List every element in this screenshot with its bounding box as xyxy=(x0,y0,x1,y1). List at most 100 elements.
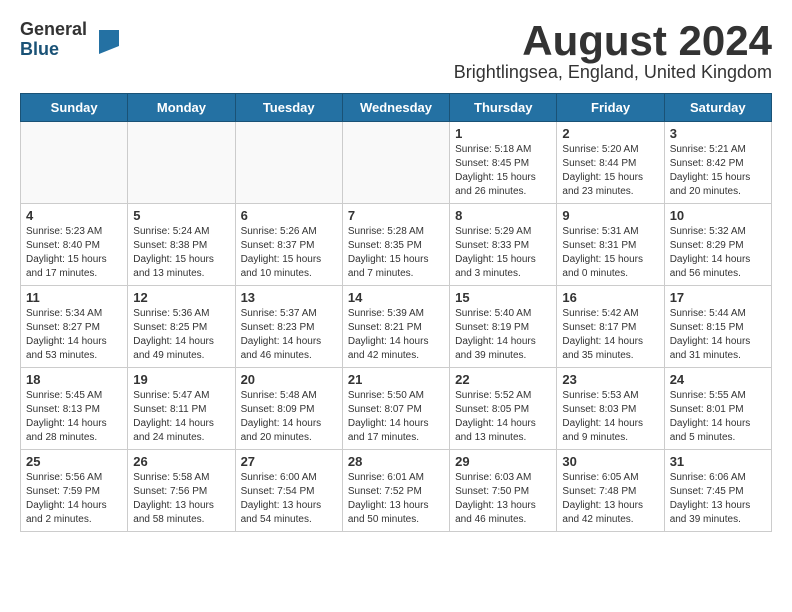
calendar-cell xyxy=(342,122,449,204)
day-number: 15 xyxy=(455,290,551,305)
header-tuesday: Tuesday xyxy=(235,94,342,122)
calendar-cell: 9Sunrise: 5:31 AMSunset: 8:31 PMDaylight… xyxy=(557,204,664,286)
header-friday: Friday xyxy=(557,94,664,122)
calendar-cell xyxy=(21,122,128,204)
calendar-cell: 22 Sunrise: 5:52 AMSunset: 8:05 PMDayligh… xyxy=(450,368,557,450)
calendar-cell: 19Sunrise: 5:47 AMSunset: 8:11 PMDayligh… xyxy=(128,368,235,450)
day-number: 17 xyxy=(670,290,766,305)
day-number: 22 xyxy=(455,372,551,387)
header-thursday: Thursday xyxy=(450,94,557,122)
calendar-cell: 13Sunrise: 5:37 AMSunset: 8:23 PMDayligh… xyxy=(235,286,342,368)
calendar-cell: 25 Sunrise: 5:56 AMSunset: 7:59 PMDayligh… xyxy=(21,450,128,532)
calendar-cell: 2Sunrise: 5:20 AMSunset: 8:44 PMDaylight… xyxy=(557,122,664,204)
calendar-cell xyxy=(235,122,342,204)
day-number: 3 xyxy=(670,126,766,141)
day-info: Sunrise: 5:32 AMSunset: 8:29 PMDaylight:… xyxy=(670,225,766,281)
calendar-cell: 4Sunrise: 5:23 AMSunset: 8:40 PMDaylight… xyxy=(21,204,128,286)
day-number: 21 xyxy=(348,372,444,387)
calendar-cell: 20 Sunrise: 5:48 AMSunset: 8:09 PMDayligh… xyxy=(235,368,342,450)
day-info: Sunrise: 5:42 AMSunset: 8:17 PMDaylight:… xyxy=(562,307,658,363)
day-number: 30 xyxy=(562,454,658,469)
day-info: Sunrise: 6:06 AMSunset: 7:45 PMDaylight:… xyxy=(670,471,766,527)
day-number: 20 xyxy=(241,372,337,387)
day-info: Sunrise: 5:39 AMSunset: 8:21 PMDaylight:… xyxy=(348,307,444,363)
day-number: 1 xyxy=(455,126,551,141)
calendar-table: SundayMondayTuesdayWednesdayThursdayFrid… xyxy=(20,93,772,532)
day-info: Sunrise: 6:01 AMSunset: 7:52 PMDaylight:… xyxy=(348,471,444,527)
calendar-cell xyxy=(128,122,235,204)
day-number: 13 xyxy=(241,290,337,305)
header-monday: Monday xyxy=(128,94,235,122)
day-info: Sunrise: 5:40 AMSunset: 8:19 PMDaylight:… xyxy=(455,307,551,363)
day-info: Sunrise: 5:28 AMSunset: 8:35 PMDaylight:… xyxy=(348,225,444,281)
day-number: 18 xyxy=(26,372,122,387)
calendar-header: SundayMondayTuesdayWednesdayThursdayFrid… xyxy=(21,94,772,122)
day-info: Sunrise: 6:05 AMSunset: 7:48 PMDaylight:… xyxy=(562,471,658,527)
calendar-cell: 26Sunrise: 5:58 AMSunset: 7:56 PMDayligh… xyxy=(128,450,235,532)
day-number: 11 xyxy=(26,290,122,305)
calendar-cell: 17 Sunrise: 5:44 AMSunset: 8:15 PMDayligh… xyxy=(664,286,771,368)
calendar-body: 1 Sunrise: 5:18 AMSunset: 8:45 PMDaylight… xyxy=(21,122,772,532)
week-row-1: 4Sunrise: 5:23 AMSunset: 8:40 PMDaylight… xyxy=(21,204,772,286)
calendar-cell: 28 Sunrise: 6:01 AMSunset: 7:52 PMDayligh… xyxy=(342,450,449,532)
day-info: Sunrise: 6:00 AMSunset: 7:54 PMDaylight:… xyxy=(241,471,337,527)
calendar-cell: 10Sunrise: 5:32 AMSunset: 8:29 PMDayligh… xyxy=(664,204,771,286)
day-number: 23 xyxy=(562,372,658,387)
week-row-3: 18 Sunrise: 5:45 AMSunset: 8:13 PMDayligh… xyxy=(21,368,772,450)
calendar-cell: 3 Sunrise: 5:21 AMSunset: 8:42 PMDaylight… xyxy=(664,122,771,204)
title-section: August 2024 Brightlingsea, England, Unit… xyxy=(454,20,772,83)
day-info: Sunrise: 5:26 AMSunset: 8:37 PMDaylight:… xyxy=(241,225,337,281)
logo-icon xyxy=(91,26,119,54)
calendar-cell: 7 Sunrise: 5:28 AMSunset: 8:35 PMDaylight… xyxy=(342,204,449,286)
location-subtitle: Brightlingsea, England, United Kingdom xyxy=(454,62,772,83)
day-info: Sunrise: 5:21 AMSunset: 8:42 PMDaylight:… xyxy=(670,143,766,199)
day-number: 16 xyxy=(562,290,658,305)
day-number: 27 xyxy=(241,454,337,469)
header-saturday: Saturday xyxy=(664,94,771,122)
calendar-cell: 18 Sunrise: 5:45 AMSunset: 8:13 PMDayligh… xyxy=(21,368,128,450)
day-info: Sunrise: 5:53 AMSunset: 8:03 PMDaylight:… xyxy=(562,389,658,445)
header-sunday: Sunday xyxy=(21,94,128,122)
day-number: 6 xyxy=(241,208,337,223)
day-number: 12 xyxy=(133,290,229,305)
day-info: Sunrise: 5:55 AMSunset: 8:01 PMDaylight:… xyxy=(670,389,766,445)
logo-blue-text: Blue xyxy=(20,40,87,60)
day-info: Sunrise: 5:52 AMSunset: 8:05 PMDaylight:… xyxy=(455,389,551,445)
week-row-4: 25 Sunrise: 5:56 AMSunset: 7:59 PMDayligh… xyxy=(21,450,772,532)
day-info: Sunrise: 5:31 AMSunset: 8:31 PMDaylight:… xyxy=(562,225,658,281)
calendar-cell: 21Sunrise: 5:50 AMSunset: 8:07 PMDayligh… xyxy=(342,368,449,450)
day-number: 28 xyxy=(348,454,444,469)
calendar-cell: 6 Sunrise: 5:26 AMSunset: 8:37 PMDaylight… xyxy=(235,204,342,286)
day-info: Sunrise: 5:29 AMSunset: 8:33 PMDaylight:… xyxy=(455,225,551,281)
day-info: Sunrise: 5:56 AMSunset: 7:59 PMDaylight:… xyxy=(26,471,122,527)
day-number: 14 xyxy=(348,290,444,305)
calendar-cell: 31Sunrise: 6:06 AMSunset: 7:45 PMDayligh… xyxy=(664,450,771,532)
day-info: Sunrise: 5:45 AMSunset: 8:13 PMDaylight:… xyxy=(26,389,122,445)
day-info: Sunrise: 5:58 AMSunset: 7:56 PMDaylight:… xyxy=(133,471,229,527)
day-number: 5 xyxy=(133,208,229,223)
day-info: Sunrise: 5:44 AMSunset: 8:15 PMDaylight:… xyxy=(670,307,766,363)
day-info: Sunrise: 5:34 AMSunset: 8:27 PMDaylight:… xyxy=(26,307,122,363)
page-header: General Blue August 2024 Brightlingsea, … xyxy=(20,20,772,83)
logo: General Blue xyxy=(20,20,119,60)
day-info: Sunrise: 5:47 AMSunset: 8:11 PMDaylight:… xyxy=(133,389,229,445)
calendar-cell: 5Sunrise: 5:24 AMSunset: 8:38 PMDaylight… xyxy=(128,204,235,286)
day-info: Sunrise: 5:20 AMSunset: 8:44 PMDaylight:… xyxy=(562,143,658,199)
header-row: SundayMondayTuesdayWednesdayThursdayFrid… xyxy=(21,94,772,122)
day-number: 4 xyxy=(26,208,122,223)
calendar-cell: 27 Sunrise: 6:00 AMSunset: 7:54 PMDayligh… xyxy=(235,450,342,532)
week-row-2: 11 Sunrise: 5:34 AMSunset: 8:27 PMDayligh… xyxy=(21,286,772,368)
day-number: 29 xyxy=(455,454,551,469)
week-row-0: 1 Sunrise: 5:18 AMSunset: 8:45 PMDaylight… xyxy=(21,122,772,204)
day-number: 25 xyxy=(26,454,122,469)
header-wednesday: Wednesday xyxy=(342,94,449,122)
day-number: 7 xyxy=(348,208,444,223)
day-info: Sunrise: 6:03 AMSunset: 7:50 PMDaylight:… xyxy=(455,471,551,527)
day-info: Sunrise: 5:18 AMSunset: 8:45 PMDaylight:… xyxy=(455,143,551,199)
day-number: 8 xyxy=(455,208,551,223)
calendar-cell: 8 Sunrise: 5:29 AMSunset: 8:33 PMDaylight… xyxy=(450,204,557,286)
calendar-cell: 24Sunrise: 5:55 AMSunset: 8:01 PMDayligh… xyxy=(664,368,771,450)
day-info: Sunrise: 5:48 AMSunset: 8:09 PMDaylight:… xyxy=(241,389,337,445)
month-year-title: August 2024 xyxy=(454,20,772,62)
calendar-cell: 11 Sunrise: 5:34 AMSunset: 8:27 PMDayligh… xyxy=(21,286,128,368)
